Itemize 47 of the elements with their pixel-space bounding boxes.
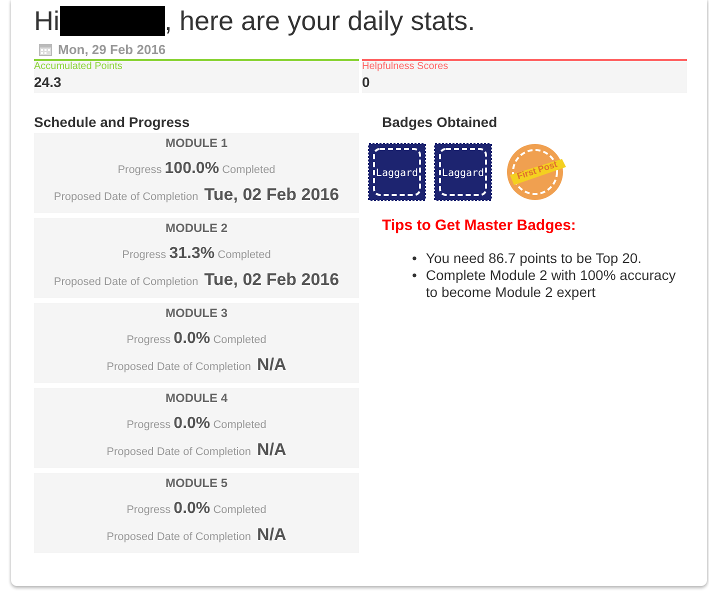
completion-date: N/A [257, 440, 286, 459]
module-title: MODULE 4 [164, 391, 228, 405]
progress-label: Progress [118, 164, 162, 176]
progress-label: Progress [122, 249, 166, 261]
completion-date: Tue, 02 Feb 2016 [204, 270, 340, 289]
stamp-badge: Laggard [368, 143, 426, 201]
completion-date: N/A [257, 525, 286, 544]
tip-item: You need 86.7 points to be Top 20. [426, 250, 642, 267]
stat-label: Helpfulness Scores [362, 61, 450, 73]
greeting-text: , here are your daily stats. [164, 5, 476, 38]
module-title: MODULE 5 [164, 476, 228, 490]
progress-label: Progress [126, 504, 171, 516]
tips-heading: Tips to Get Master Badges: [382, 217, 577, 234]
module-title: MODULE 2 [164, 221, 228, 235]
completed-label: Completed [218, 249, 271, 261]
stat-value: 0 [362, 73, 371, 91]
bullet-mark: • [412, 250, 417, 267]
completion-date: Tue, 02 Feb 2016 [204, 185, 340, 204]
date-label: Proposed Date of Completion [54, 276, 198, 288]
calendar-icon [39, 42, 52, 56]
section-heading: Schedule and Progress [34, 113, 191, 131]
completed-label: Completed [213, 334, 266, 346]
module-title: MODULE 3 [164, 306, 228, 320]
stat-label: Accumulated Points [34, 61, 124, 73]
tip-item: Complete Module 2 with 100% accuracy to become Module 2 expert [426, 267, 677, 301]
date-label: Proposed Date of Completion [54, 191, 198, 203]
completion-date: N/A [257, 355, 286, 374]
progress-value: 0.0% [174, 415, 210, 432]
progress-value: 0.0% [174, 330, 210, 347]
date-label: Proposed Date of Completion [106, 531, 251, 543]
progress-label: Progress [126, 419, 171, 431]
completed-label: Completed [213, 504, 266, 516]
progress-value: 100.0% [164, 160, 220, 177]
progress-value: 0.0% [174, 500, 210, 517]
date-label: Proposed Date of Completion [106, 361, 251, 373]
completed-label: Completed [222, 164, 276, 176]
greeting-text: Hi [34, 5, 60, 38]
bullet-mark: • [412, 267, 417, 285]
stat-value: 24.3 [34, 73, 62, 91]
module-title: MODULE 1 [164, 136, 228, 150]
date-label: Proposed Date of Completion [106, 446, 251, 458]
section-heading: Badges Obtained [382, 113, 498, 131]
progress-value: 31.3% [169, 245, 215, 262]
stamp-badge: Laggard [434, 143, 492, 201]
completed-label: Completed [213, 419, 266, 431]
progress-label: Progress [126, 334, 171, 346]
date-text: Mon, 29 Feb 2016 [58, 42, 166, 56]
